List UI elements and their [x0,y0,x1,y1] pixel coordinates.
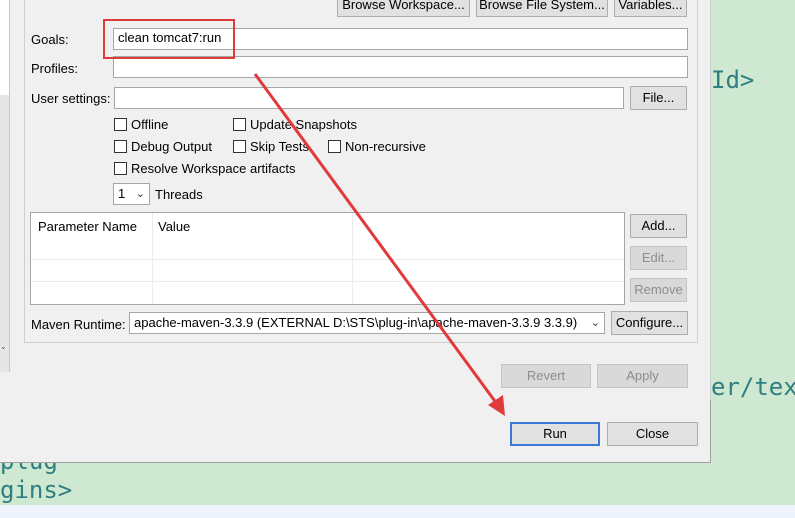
arrow-shaft [253,73,499,405]
annotation-arrow-icon [253,73,505,416]
arrow-head [488,395,505,416]
